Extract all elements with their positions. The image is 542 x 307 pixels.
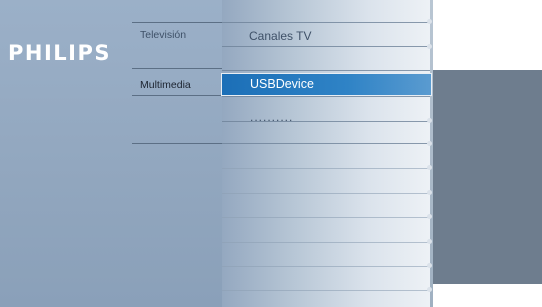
- row-divider: [222, 143, 432, 144]
- info-panel-top: [433, 0, 542, 70]
- row-divider: [222, 193, 432, 194]
- row-divider: [222, 217, 432, 218]
- menu-item-canales-tv[interactable]: Canales TV: [249, 29, 311, 43]
- edge-notch: [427, 141, 432, 146]
- row-divider: [222, 70, 432, 71]
- edge-notch: [427, 287, 432, 292]
- edge-notch: [427, 263, 432, 268]
- edge-notch: [427, 19, 432, 24]
- philips-tv-menu: PHILIPS Televisión Multimedia Canales TV…: [0, 0, 542, 307]
- category-television[interactable]: Televisión: [140, 29, 186, 41]
- row-divider: [222, 96, 432, 97]
- row-divider: [222, 168, 432, 169]
- category-divider: [132, 68, 222, 69]
- menu-item-label: USBDevice: [250, 77, 314, 91]
- category-multimedia[interactable]: Multimedia: [140, 79, 191, 91]
- category-divider: [132, 22, 222, 23]
- row-divider: [222, 22, 432, 23]
- edge-notch: [427, 165, 432, 170]
- row-divider: [222, 266, 432, 267]
- left-panel: PHILIPS: [0, 0, 222, 307]
- menu-item-placeholder[interactable]: ..........: [250, 110, 293, 124]
- edge-notch: [427, 239, 432, 244]
- row-divider: [222, 46, 432, 47]
- menu-item-usbdevice[interactable]: USBDevice: [221, 73, 432, 96]
- edge-notch: [427, 214, 432, 219]
- category-divider: [132, 143, 232, 144]
- edge-notch: [427, 44, 432, 49]
- edge-notch: [427, 190, 432, 195]
- info-panel-bottom: [433, 284, 542, 307]
- preview-panel: [433, 70, 542, 284]
- category-divider: [132, 95, 222, 96]
- philips-logo: PHILIPS: [8, 41, 111, 65]
- row-divider: [222, 242, 432, 243]
- row-divider: [222, 290, 432, 291]
- edge-notch: [427, 118, 432, 123]
